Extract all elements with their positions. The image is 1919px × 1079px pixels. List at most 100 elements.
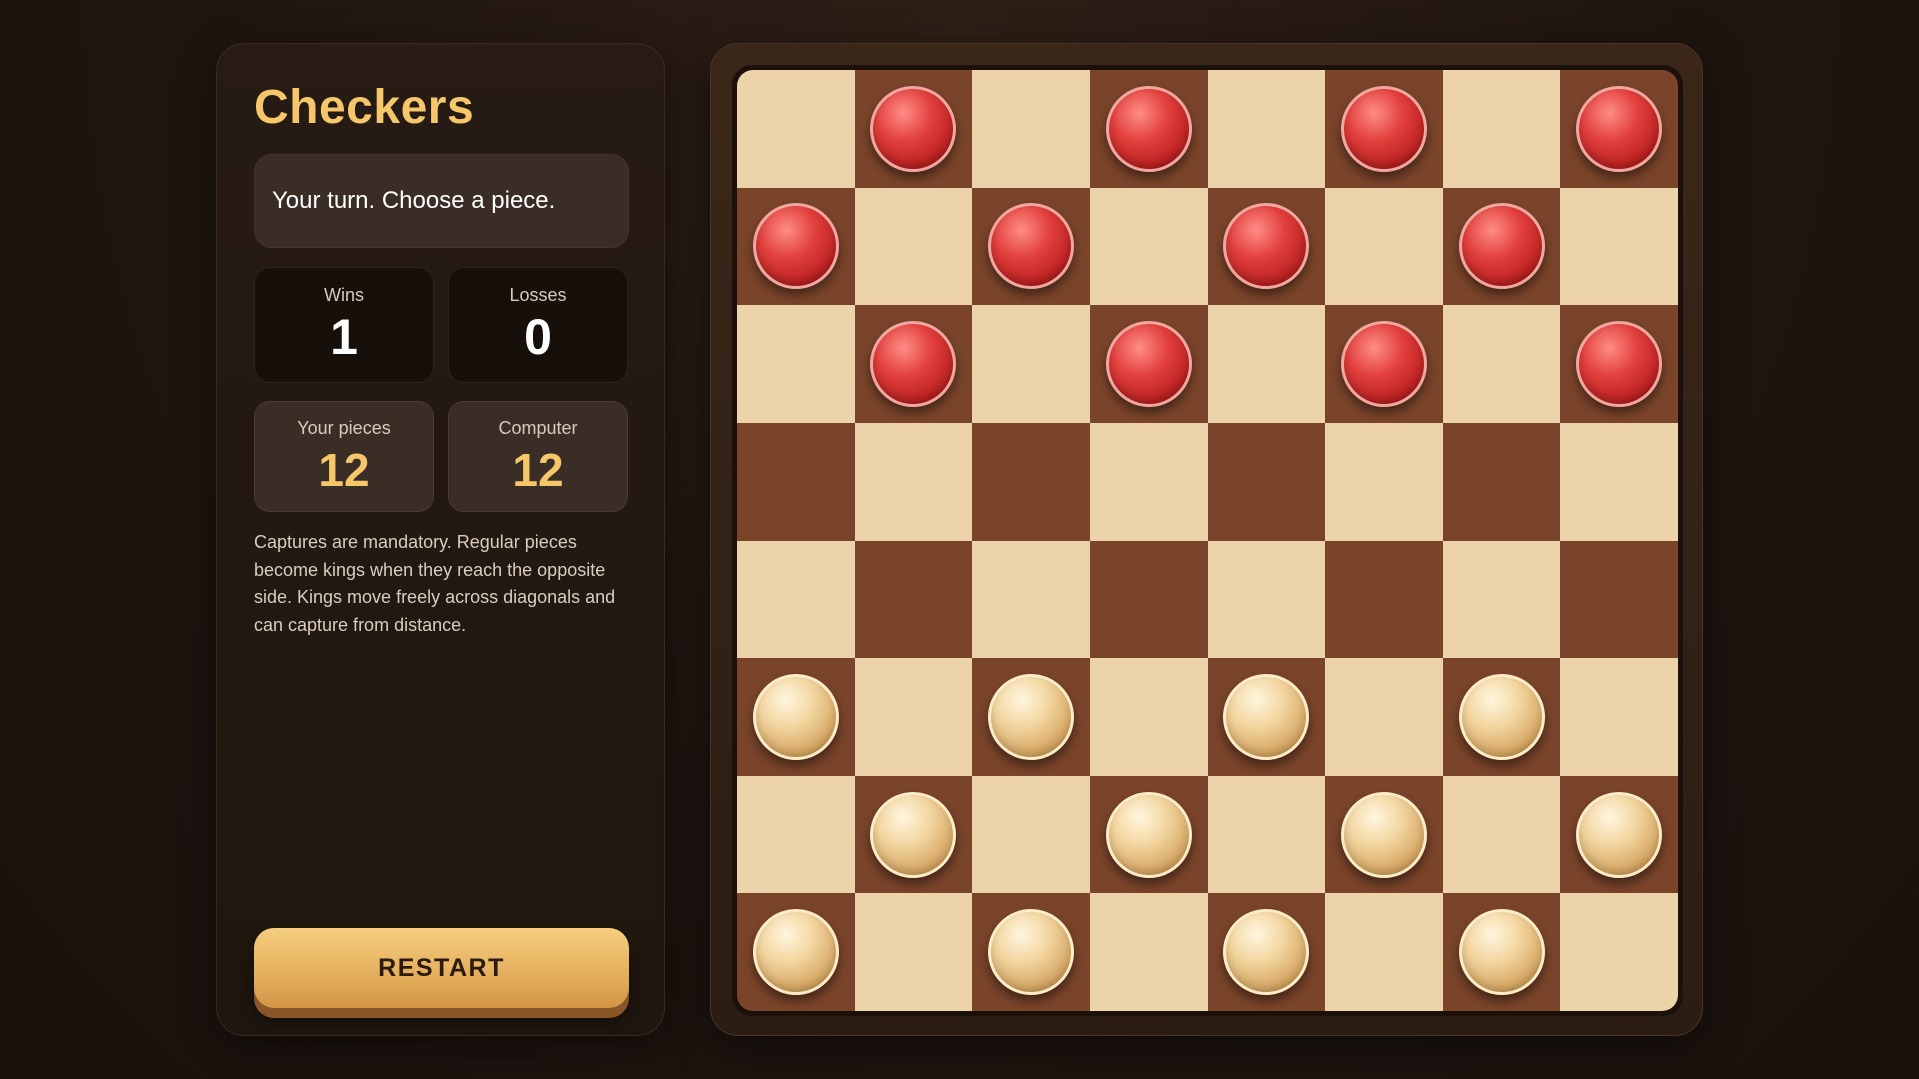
board-square-r2c3[interactable] xyxy=(972,187,1090,306)
game-title: Checkers xyxy=(254,81,475,134)
board-square-r1c3 xyxy=(972,70,1090,188)
board-square-r5c7 xyxy=(1442,540,1561,659)
board-square-r4c3[interactable] xyxy=(972,422,1090,541)
board-square-r8c6 xyxy=(1325,893,1443,1011)
board-square-r4c8 xyxy=(1560,422,1678,541)
computer-piece xyxy=(752,203,839,290)
board-square-r6c2 xyxy=(854,658,973,776)
player-piece[interactable] xyxy=(988,673,1075,760)
board-square-r3c1 xyxy=(737,305,855,423)
board-square-r3c3 xyxy=(972,305,1090,423)
rules-text: Captures are mandatory. Regular pieces b… xyxy=(254,532,616,635)
board-square-r5c8[interactable] xyxy=(1560,540,1678,659)
computer-piece xyxy=(988,203,1075,290)
checkers-app: Checkers Your turn. Choose a piece. Wins… xyxy=(0,0,1919,1079)
board-square-r4c1[interactable] xyxy=(737,422,855,541)
board-square-r2c5[interactable] xyxy=(1207,187,1326,306)
computer-piece xyxy=(1340,321,1427,408)
board-square-r1c4[interactable] xyxy=(1089,70,1208,188)
side-panel: Checkers Your turn. Choose a piece. Wins… xyxy=(216,43,665,1036)
computer-piece xyxy=(870,321,957,408)
computer-piece xyxy=(870,85,957,172)
board-square-r1c7 xyxy=(1442,70,1561,188)
board-square-r3c4[interactable] xyxy=(1089,305,1208,423)
wins-card: Wins 1 xyxy=(254,267,434,383)
player-piece[interactable] xyxy=(988,909,1075,996)
board-square-r6c6 xyxy=(1325,658,1443,776)
board-square-r4c4 xyxy=(1089,422,1208,541)
board-square-r5c3 xyxy=(972,540,1090,659)
board-square-r5c6[interactable] xyxy=(1325,540,1443,659)
board-square-r7c2[interactable] xyxy=(854,775,973,894)
board-square-r7c3 xyxy=(972,775,1090,894)
board-square-r1c2[interactable] xyxy=(854,70,973,188)
board-square-r3c6[interactable] xyxy=(1325,305,1443,423)
wins-count: 1 xyxy=(330,309,358,365)
player-piece[interactable] xyxy=(1458,909,1545,996)
board-square-r8c8 xyxy=(1560,893,1678,1011)
losses-count: 0 xyxy=(524,309,552,365)
player-piece[interactable] xyxy=(752,673,839,760)
player-piece[interactable] xyxy=(1340,791,1427,878)
board-square-r1c6[interactable] xyxy=(1325,70,1443,188)
board-square-r3c7 xyxy=(1442,305,1561,423)
player-piece[interactable] xyxy=(1105,791,1192,878)
player-piece[interactable] xyxy=(1223,909,1310,996)
board-square-r4c7[interactable] xyxy=(1442,422,1561,541)
computer-piece xyxy=(1105,321,1192,408)
player-piece[interactable] xyxy=(752,909,839,996)
board-square-r1c8[interactable] xyxy=(1560,70,1678,188)
board-frame xyxy=(710,43,1703,1036)
computer-piece xyxy=(1458,203,1545,290)
computer-pieces-count: 12 xyxy=(512,444,564,496)
board-square-r3c2[interactable] xyxy=(854,305,973,423)
board-square-r5c2[interactable] xyxy=(854,540,973,659)
board-square-r5c4[interactable] xyxy=(1089,540,1208,659)
computer-piece xyxy=(1576,85,1663,172)
board-square-r8c5[interactable] xyxy=(1207,893,1326,1011)
board-square-r3c5 xyxy=(1207,305,1326,423)
board-square-r2c2 xyxy=(854,187,973,306)
your-pieces-label: Your pieces xyxy=(297,418,391,438)
board-square-r8c3[interactable] xyxy=(972,893,1090,1011)
board-square-r8c4 xyxy=(1089,893,1208,1011)
restart-button[interactable]: RESTART xyxy=(254,928,629,1008)
board-square-r7c6[interactable] xyxy=(1325,775,1443,894)
board-square-r7c7 xyxy=(1442,775,1561,894)
board-square-r8c7[interactable] xyxy=(1442,893,1561,1011)
board-square-r4c2 xyxy=(854,422,973,541)
status-message: Your turn. Choose a piece. xyxy=(272,187,556,214)
board-square-r2c1[interactable] xyxy=(737,187,855,306)
board-square-r6c5[interactable] xyxy=(1207,658,1326,776)
board-square-r6c1[interactable] xyxy=(737,658,855,776)
board-square-r7c4[interactable] xyxy=(1089,775,1208,894)
board-square-r7c1 xyxy=(737,775,855,894)
board-square-r7c8[interactable] xyxy=(1560,775,1678,894)
board-square-r6c7[interactable] xyxy=(1442,658,1561,776)
board-square-r2c4 xyxy=(1089,187,1208,306)
board-square-r5c5 xyxy=(1207,540,1326,659)
board-square-r3c8[interactable] xyxy=(1560,305,1678,423)
wins-label: Wins xyxy=(324,285,364,305)
board-square-r8c1[interactable] xyxy=(737,893,855,1011)
computer-piece xyxy=(1340,85,1427,172)
board-square-r5c1 xyxy=(737,540,855,659)
board-square-r4c5[interactable] xyxy=(1207,422,1326,541)
checkers-board xyxy=(737,70,1678,1011)
board-square-r7c5 xyxy=(1207,775,1326,894)
computer-piece xyxy=(1223,203,1310,290)
losses-label: Losses xyxy=(509,285,567,305)
board-square-r4c6 xyxy=(1325,422,1443,541)
player-piece[interactable] xyxy=(1458,673,1545,760)
board-square-r2c7[interactable] xyxy=(1442,187,1561,306)
board-square-r8c2 xyxy=(854,893,973,1011)
status-box: Your turn. Choose a piece. xyxy=(254,154,629,248)
player-piece[interactable] xyxy=(870,791,957,878)
board-square-r6c4 xyxy=(1089,658,1208,776)
player-piece[interactable] xyxy=(1576,791,1663,878)
board-square-r1c1 xyxy=(737,70,855,188)
player-piece[interactable] xyxy=(1223,673,1310,760)
your-pieces-card: Your pieces 12 xyxy=(254,401,434,512)
board-square-r6c3[interactable] xyxy=(972,658,1090,776)
computer-piece xyxy=(1576,321,1663,408)
